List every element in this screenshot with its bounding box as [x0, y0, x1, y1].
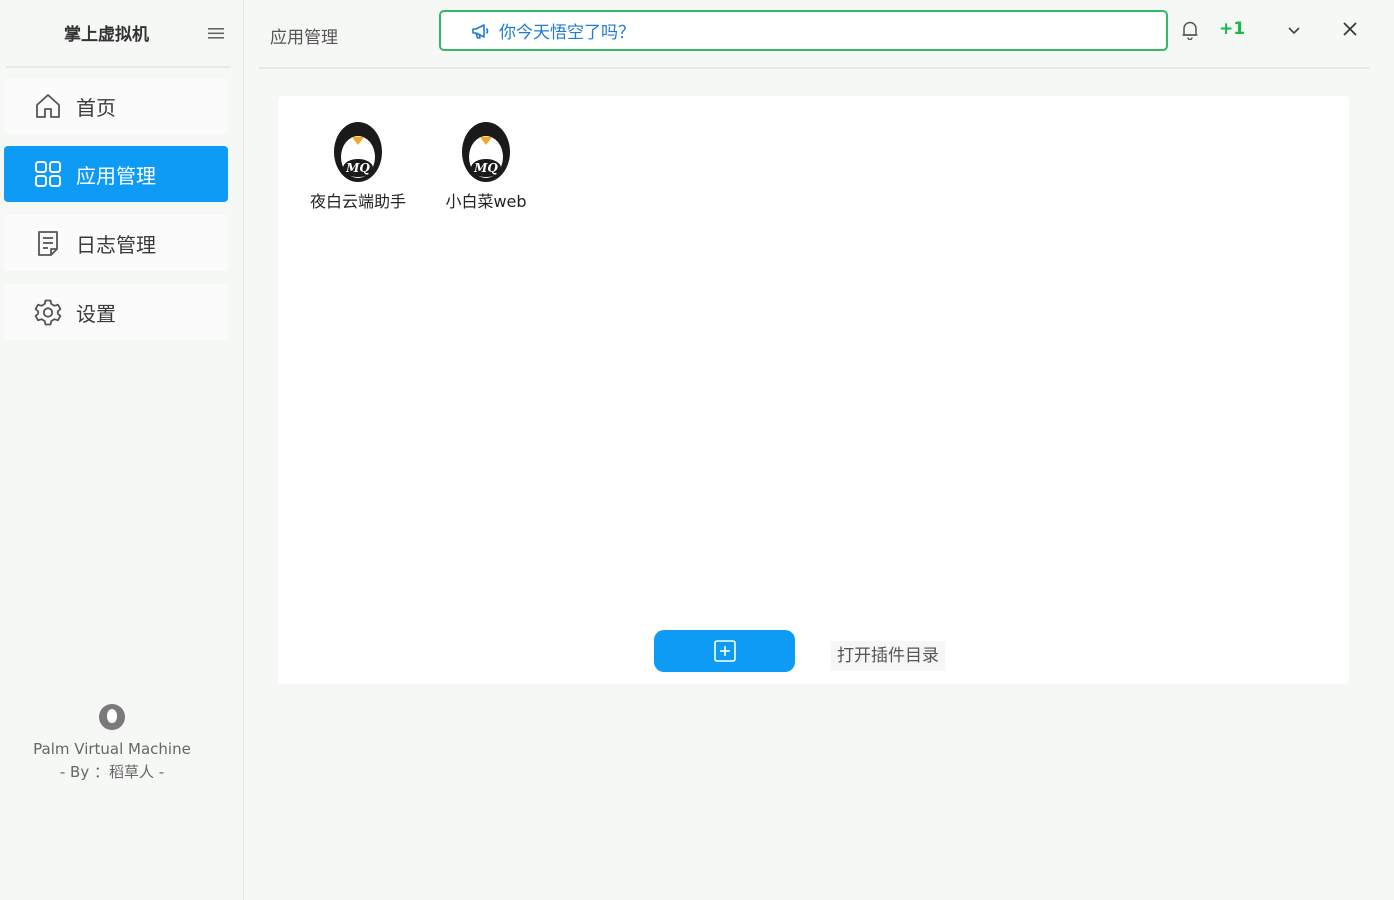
sidebar-item-settings[interactable]: 设置	[4, 284, 228, 340]
app-tile-label: 小白菜web	[445, 192, 527, 211]
sidebar-item-app-management[interactable]: 应用管理	[4, 146, 228, 202]
notice-text: 你今天悟空了吗？	[499, 23, 635, 43]
app-title: 掌上虚拟机	[64, 25, 149, 45]
app-management-panel: MQ 夜白云端助手 MQ 小白菜web 打开插件目录	[278, 96, 1349, 684]
gear-icon	[34, 298, 62, 326]
apps-grid-icon	[34, 160, 62, 188]
sidebar-item-label: 应用管理	[76, 163, 156, 188]
sidebar-item-home[interactable]: 首页	[4, 78, 228, 134]
app-tile[interactable]: MQ 小白菜web	[426, 118, 546, 212]
sidebar-footer: Palm Virtual Machine - By ：稻草人 -	[0, 704, 224, 784]
add-plugin-button[interactable]	[654, 630, 795, 672]
notice-bar: 你今天悟空了吗？	[439, 10, 1168, 51]
sidebar-item-label: 日志管理	[76, 232, 156, 257]
mq-penguin-logo-icon: MQ	[462, 122, 510, 182]
app-tile-label: 夜白云端助手	[309, 192, 406, 211]
author-avatar-icon	[99, 704, 125, 730]
close-icon[interactable]	[1342, 21, 1358, 37]
topbar: 应用管理 你今天悟空了吗？ +1	[259, 0, 1369, 69]
app-tile[interactable]: MQ 夜白云端助手	[298, 118, 418, 212]
plus-square-icon	[713, 640, 736, 662]
svg-text:MQ: MQ	[345, 161, 370, 175]
log-document-icon	[34, 229, 62, 257]
menu-toggle-icon[interactable]	[206, 24, 228, 42]
megaphone-icon	[471, 22, 491, 40]
sidebar-item-log-management[interactable]: 日志管理	[4, 215, 228, 271]
footer-author: - By ：稻草人 -	[59, 763, 165, 781]
svg-text:MQ: MQ	[473, 161, 498, 175]
sidebar-item-label: 设置	[76, 301, 116, 326]
sidebar-item-label: 首页	[76, 95, 116, 120]
sidebar: 掌上虚拟机 首页 应用管理 日志管理 设置 Palm Virtual Machi…	[0, 0, 244, 900]
breadcrumb: 应用管理	[270, 28, 338, 48]
bell-icon[interactable]	[1181, 20, 1199, 41]
chevron-down-icon[interactable]	[1286, 22, 1302, 38]
sidebar-header: 掌上虚拟机	[6, 0, 231, 68]
mq-penguin-logo-icon: MQ	[334, 122, 382, 182]
notification-count-badge[interactable]: +1	[1219, 19, 1245, 39]
open-plugin-directory-button[interactable]: 打开插件目录	[831, 641, 945, 671]
footer-app-name: Palm Virtual Machine	[33, 740, 191, 758]
home-icon	[34, 92, 62, 120]
